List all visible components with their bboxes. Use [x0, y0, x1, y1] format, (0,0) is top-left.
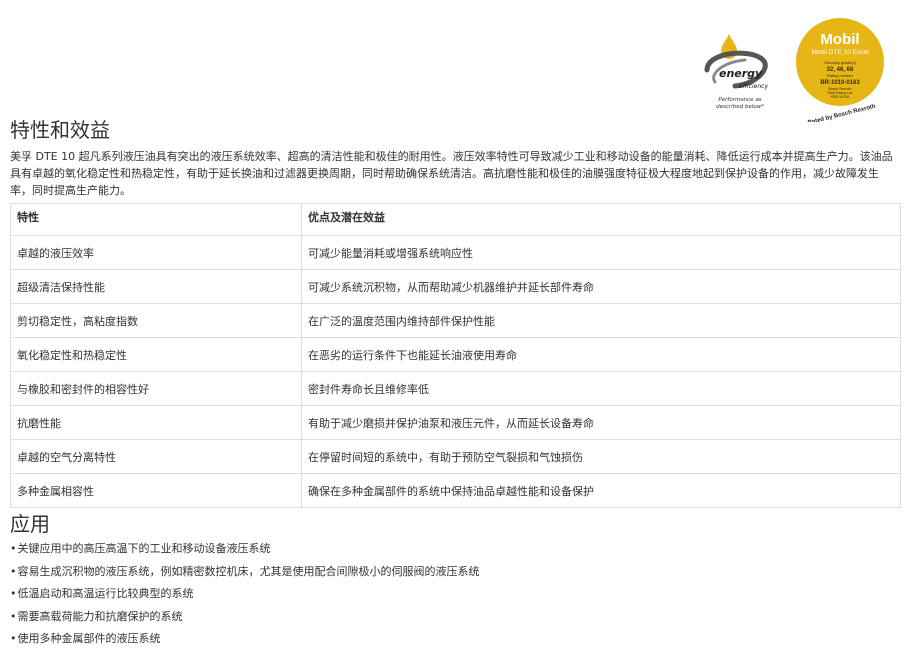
benefit-cell: 有助于减少磨损并保护油泵和液压元件，从而延长设备寿命	[301, 405, 901, 440]
svg-text:Rating number: Rating number	[827, 73, 854, 78]
benefit-cell: 在恶劣的运行条件下也能延长油液使用寿命	[301, 337, 901, 372]
table-row: 超级清洁保持性能 可减少系统沉积物，从而帮助减少机器维护并延长部件寿命	[10, 269, 901, 304]
svg-text:energy: energy	[719, 67, 763, 80]
mobil-rating-number: BR-1010-0163	[820, 80, 860, 86]
list-item: 需要高载荷能力和抗磨保护的系统	[10, 609, 480, 632]
energy-efficiency-icon: energy efficiency	[704, 34, 768, 90]
certification-logos: energy efficiency Performance as describ…	[698, 18, 898, 126]
energy-caption: Performance as described below*	[716, 97, 764, 110]
feature-cell: 氧化稳定性和热稳定性	[10, 337, 302, 372]
mobil-brand: Mobil	[820, 31, 859, 48]
feature-cell: 卓越的液压效率	[10, 235, 302, 270]
benefit-cell: 在停留时间短的系统中，有助于预防空气裂损和气蚀损伤	[301, 439, 901, 474]
mobil-bosch-rexroth-badge: Mobil Mobil DTE 10 Excel Viscosity grade…	[790, 18, 890, 126]
feature-cell: 剪切稳定性，高粘度指数	[10, 303, 302, 338]
list-item: 使用多种金属部件的液压系统	[10, 631, 480, 654]
benefit-cell: 确保在多种金属部件的系统中保持油品卓越性能和设备保护	[301, 473, 901, 508]
features-benefits-table: 特性 优点及潜在效益 卓越的液压效率 可减少能量消耗或增强系统响应性 超级清洁保…	[10, 203, 901, 508]
table-row: 多种金属相容性 确保在多种金属部件的系统中保持油品卓越性能和设备保护	[10, 473, 901, 508]
table-header-feature: 特性	[10, 203, 302, 236]
applications-list: 关键应用中的高压高温下的工业和移动设备液压系统 容易生成沉积物的液压系统，例如精…	[10, 541, 480, 654]
energy-efficiency-logo: energy efficiency Performance as describ…	[698, 30, 782, 122]
features-section-title: 特性和效益	[10, 118, 110, 142]
applications-section-title: 应用	[10, 512, 50, 536]
feature-cell: 多种金属相容性	[10, 473, 302, 508]
table-row: 与橡胶和密封件的相容性好 密封件寿命长且维修率低	[10, 371, 901, 406]
table-row: 抗磨性能 有助于减少磨损并保护油泵和液压元件，从而延长设备寿命	[10, 405, 901, 440]
feature-cell: 与橡胶和密封件的相容性好	[10, 371, 302, 406]
svg-text:efficiency: efficiency	[739, 83, 768, 90]
table-row: 氧化稳定性和热稳定性 在恶劣的运行条件下也能延长油液使用寿命	[10, 337, 901, 372]
list-item: 容易生成沉积物的液压系统，例如精密数控机床，尤其是使用配合间隙极小的伺服阀的液压…	[10, 564, 480, 587]
table-header-row: 特性 优点及潜在效益	[10, 203, 901, 236]
table-header-benefit: 优点及潜在效益	[301, 203, 901, 236]
table-row: 卓越的液压效率 可减少能量消耗或增强系统响应性	[10, 235, 901, 270]
svg-text:Viscosity grade(s): Viscosity grade(s)	[824, 60, 856, 65]
features-intro-paragraph: 美孚 DTE 10 超凡系列液压油具有突出的液压系统效率、超高的清洁性能和极佳的…	[10, 150, 893, 197]
feature-cell: 卓越的空气分离特性	[10, 439, 302, 474]
benefit-cell: 可减少能量消耗或增强系统响应性	[301, 235, 901, 270]
feature-cell: 超级清洁保持性能	[10, 269, 302, 304]
table-row: 卓越的空气分离特性 在停留时间短的系统中，有助于预防空气裂损和气蚀损伤	[10, 439, 901, 474]
svg-text:RDE 90245: RDE 90245	[831, 95, 849, 99]
feature-cell: 抗磨性能	[10, 405, 302, 440]
list-item: 低温启动和高温运行比较典型的系统	[10, 586, 480, 609]
mobil-product: Mobil DTE 10 Excel	[811, 49, 869, 56]
benefit-cell: 可减少系统沉积物，从而帮助减少机器维护并延长部件寿命	[301, 269, 901, 304]
benefit-cell: 密封件寿命长且维修率低	[301, 371, 901, 406]
list-item: 关键应用中的高压高温下的工业和移动设备液压系统	[10, 541, 480, 564]
table-row: 剪切稳定性，高粘度指数 在广泛的温度范围内维持部件保护性能	[10, 303, 901, 338]
benefit-cell: 在广泛的温度范围内维持部件保护性能	[301, 303, 901, 338]
rated-by-text: Rated by Bosch Rexroth	[807, 104, 876, 122]
